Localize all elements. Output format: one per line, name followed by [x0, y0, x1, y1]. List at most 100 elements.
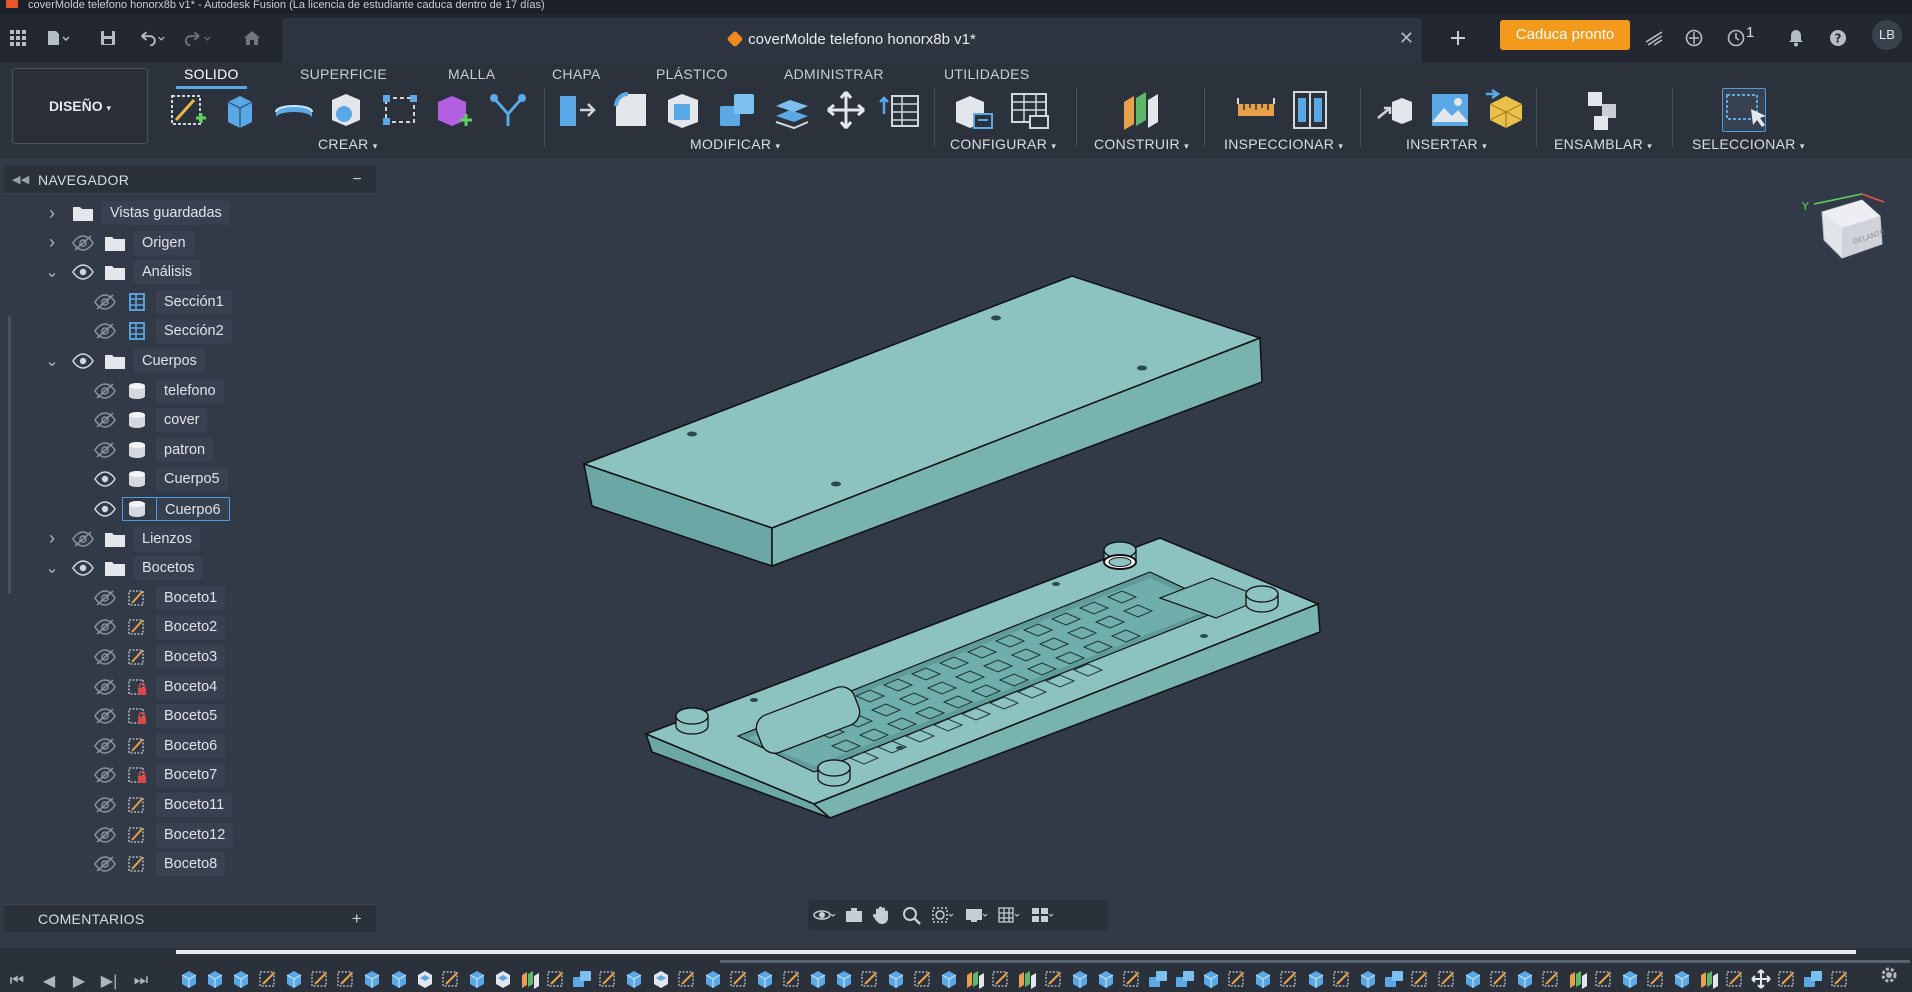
save-icon[interactable] — [94, 24, 122, 52]
timeline-feature-plane-icon[interactable] — [1567, 968, 1589, 990]
rectangular-pattern-button[interactable] — [378, 88, 422, 132]
navigator-row[interactable]: Cuerpo5 — [0, 466, 380, 492]
app-grid-icon[interactable] — [4, 24, 32, 52]
timeline-feature-sketch-icon[interactable] — [676, 968, 698, 990]
display-settings-icon[interactable] — [964, 905, 988, 925]
timeline-feature-plane-icon[interactable] — [519, 968, 541, 990]
navigator-row[interactable]: Boceto5 — [0, 703, 380, 729]
orbit-icon[interactable] — [812, 905, 836, 925]
chevron-down-icon[interactable]: ⌄ — [44, 560, 60, 577]
timeline-feature-extrude-icon[interactable] — [833, 968, 855, 990]
configure-button[interactable] — [952, 88, 996, 132]
navigator-row[interactable]: Boceto3 — [0, 644, 380, 670]
group-label-insertar[interactable]: INSERTAR ▾ — [1406, 136, 1487, 152]
navigator-item-label[interactable]: Boceto7 — [156, 763, 226, 788]
chevron-right-icon[interactable]: › — [44, 232, 60, 252]
timeline-feature-extrude-icon[interactable] — [1619, 968, 1641, 990]
timeline-feature-sketch-icon[interactable] — [545, 968, 567, 990]
timeline-feature-plane-icon[interactable] — [964, 968, 986, 990]
workspace-switcher[interactable]: DISEÑO ▾ — [12, 68, 148, 144]
timeline-feature-sketch-icon[interactable] — [1436, 968, 1458, 990]
timeline-feature-extrude-icon[interactable] — [807, 968, 829, 990]
timeline-feature-extrude-icon[interactable] — [1069, 968, 1091, 990]
eye-icon[interactable] — [72, 560, 94, 576]
timeline-feature-extrude-icon[interactable] — [1462, 968, 1484, 990]
timeline-feature-shell-icon[interactable] — [414, 968, 436, 990]
timeline-feature-sketch-icon[interactable] — [990, 968, 1012, 990]
combine-button[interactable] — [716, 88, 760, 132]
offset-face-button[interactable] — [770, 88, 814, 132]
tab-utilidades[interactable]: UTILIDADES — [944, 66, 1029, 82]
eye-hidden-icon[interactable] — [94, 323, 116, 340]
license-expiry-button[interactable]: Caduca pronto — [1500, 20, 1630, 50]
insert-canvas-button[interactable] — [1428, 88, 1472, 132]
timeline-feature-extrude-icon[interactable] — [1671, 968, 1693, 990]
extensions-icon[interactable] — [1640, 24, 1668, 52]
configuration-table-button[interactable] — [1008, 88, 1052, 132]
navigator-item-label[interactable]: cover — [156, 408, 208, 433]
step-forward-icon[interactable]: ▶| — [98, 970, 120, 992]
document-tab[interactable]: coverMolde telefono honorx8b v1* ✕ — [282, 18, 1422, 62]
eye-hidden-icon[interactable] — [72, 530, 94, 547]
chevron-down-icon[interactable]: ⌄ — [44, 264, 60, 281]
eye-hidden-icon[interactable] — [94, 708, 116, 724]
timeline-feature-extrude-icon[interactable] — [702, 968, 724, 990]
pan-hand-icon[interactable] — [870, 905, 894, 925]
tab-chapa[interactable]: CHAPA — [552, 66, 601, 82]
eye-hidden-icon[interactable] — [94, 797, 116, 813]
timeline-feature-extrude-icon[interactable] — [938, 968, 960, 990]
navigator-item-label[interactable]: Boceto1 — [156, 585, 226, 610]
navigator-item-label[interactable]: Lienzos — [134, 526, 200, 551]
insert-derive-button[interactable] — [1374, 88, 1418, 132]
new-component-button[interactable] — [1582, 88, 1626, 132]
help-icon[interactable]: ? — [1824, 24, 1852, 52]
eye-hidden-icon[interactable] — [94, 767, 116, 784]
group-label-ensamblar[interactable]: ENSAMBLAR ▾ — [1554, 136, 1652, 152]
eye-hidden-icon[interactable] — [94, 649, 116, 665]
timeline-feature-extrude-icon[interactable] — [885, 968, 907, 990]
collapse-panel-icon[interactable]: ◀◀ — [12, 166, 30, 194]
tab-plastico[interactable]: PLÁSTICO — [656, 66, 728, 82]
view-cube[interactable]: Y DELANTE — [1800, 188, 1890, 268]
home-icon[interactable] — [238, 24, 266, 52]
press-pull-button[interactable] — [554, 88, 598, 132]
timeline-feature-sketch-icon[interactable] — [1724, 968, 1746, 990]
navigator-item-label[interactable]: Cuerpo5 — [156, 467, 228, 492]
navigator-row[interactable]: Sección2 — [0, 318, 380, 344]
eye-hidden-icon[interactable] — [94, 590, 116, 606]
navigator-row[interactable]: › Origen — [0, 230, 380, 256]
timeline-feature-extrude-icon[interactable] — [623, 968, 645, 990]
navigator-item-label[interactable]: Cuerpos — [134, 349, 205, 373]
timeline-feature-combine-icon[interactable] — [1147, 968, 1169, 990]
navigator-row[interactable]: Boceto6 — [0, 733, 380, 759]
group-label-inspeccionar[interactable]: INSPECCIONAR ▾ — [1224, 136, 1343, 152]
group-label-modificar[interactable]: MODIFICAR ▾ — [690, 136, 780, 152]
timeline-feature-extrude-icon[interactable] — [230, 968, 252, 990]
add-comment-icon[interactable]: + — [352, 905, 362, 933]
timeline-scrollbar[interactable] — [720, 960, 1910, 963]
timeline-settings-gear-icon[interactable] — [1878, 964, 1900, 986]
navigator-item-label[interactable]: telefono — [156, 378, 224, 403]
minimize-panel-icon[interactable]: − — [352, 166, 362, 194]
navigator-row[interactable]: telefono — [0, 378, 380, 404]
navigator-item-label[interactable]: Cuerpo6 — [156, 497, 230, 521]
timeline-feature-combine-icon[interactable] — [571, 968, 593, 990]
group-label-construir[interactable]: CONSTRUIR ▾ — [1094, 136, 1189, 152]
eye-hidden-icon[interactable] — [72, 234, 94, 251]
eye-hidden-icon[interactable] — [94, 382, 116, 399]
timeline-feature-sketch-icon[interactable] — [597, 968, 619, 990]
navigator-row[interactable]: Boceto11 — [0, 792, 380, 818]
extrude-button[interactable] — [218, 88, 262, 132]
zoom-icon[interactable] — [900, 905, 924, 925]
navigator-row[interactable]: ⌄ Cuerpos — [0, 348, 380, 374]
chevron-right-icon[interactable]: › — [44, 528, 60, 548]
tab-solido[interactable]: SOLIDO — [176, 66, 247, 89]
navigator-row[interactable]: Cuerpo6 — [0, 496, 380, 522]
timeline-feature-combine-icon[interactable] — [1802, 968, 1824, 990]
eye-icon[interactable] — [94, 471, 116, 488]
shell-button[interactable] — [662, 88, 706, 132]
timeline-feature-sketch-icon[interactable] — [1331, 968, 1353, 990]
eye-hidden-icon[interactable] — [94, 856, 116, 872]
timeline-feature-extrude-icon[interactable] — [1252, 968, 1274, 990]
navigator-row[interactable]: Boceto12 — [0, 822, 380, 848]
